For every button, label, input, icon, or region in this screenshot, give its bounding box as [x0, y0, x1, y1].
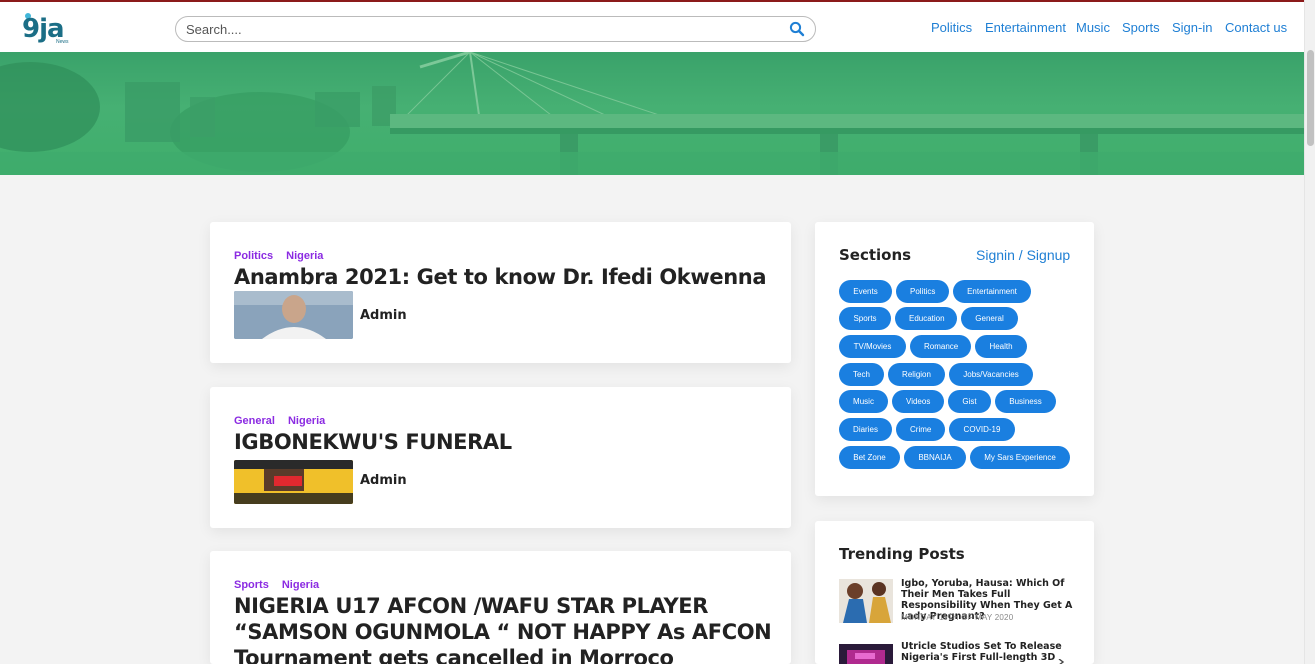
category-tag[interactable]: Nigeria [286, 250, 323, 262]
post-card[interactable]: Politics Nigeria Anambra 2021: Get to kno… [210, 222, 791, 363]
post-categories: Sports Nigeria [234, 579, 332, 591]
search-icon[interactable] [789, 21, 805, 37]
hero-banner [0, 52, 1304, 175]
trending-thumbnail[interactable] [839, 644, 893, 664]
trending-thumbnail[interactable] [839, 579, 893, 623]
section-pill-bet-zone[interactable]: Bet Zone [839, 446, 900, 469]
section-pill-romance[interactable]: Romance [910, 335, 971, 358]
page-scrollbar[interactable] [1304, 0, 1315, 664]
section-pill-business[interactable]: Business [995, 390, 1056, 413]
site-logo[interactable]: 9ja News [18, 10, 70, 48]
section-pill-entertainment[interactable]: Entertainment [953, 280, 1031, 303]
portrait-photo [234, 291, 353, 339]
section-pill-sports[interactable]: Sports [839, 307, 891, 330]
section-pill-health[interactable]: Health [975, 335, 1027, 358]
post-thumbnail[interactable] [234, 460, 353, 504]
trending-post-title[interactable]: Utricle Studios Set To Release Nigeria's… [901, 641, 1073, 663]
section-pill-jobs-vacancies[interactable]: Jobs/Vacancies [949, 363, 1033, 386]
section-pill-diaries[interactable]: Diaries [839, 418, 892, 441]
trending-title: Trending Posts [839, 545, 965, 563]
post-categories: Politics Nigeria [234, 250, 336, 262]
post-thumbnail[interactable] [234, 291, 353, 339]
signin-signup-link[interactable]: Signin / Signup [976, 247, 1070, 263]
category-tag[interactable]: Sports [234, 579, 269, 591]
hero-bridge-image [0, 52, 1304, 175]
post-author: Admin [360, 473, 407, 488]
post-categories: General Nigeria [234, 415, 338, 427]
section-pill-covid-19[interactable]: COVID-19 [949, 418, 1015, 441]
sections-widget: Sections Signin / Signup Events Politics… [815, 222, 1094, 496]
nav-sign-in[interactable]: Sign-in [1172, 20, 1212, 38]
section-pill-crime[interactable]: Crime [896, 418, 945, 441]
section-pill-general[interactable]: General [961, 307, 1018, 330]
search-input[interactable] [186, 20, 776, 38]
chevron-right-icon[interactable] [1057, 659, 1065, 664]
nav-music[interactable]: Music [1076, 20, 1110, 38]
post-title[interactable]: NIGERIA U17 AFCON /WAFU STAR PLAYER “SAM… [234, 593, 779, 664]
post-card[interactable]: Sports Nigeria NIGERIA U17 AFCON /WAFU ST… [210, 551, 791, 664]
trending-photo [839, 579, 893, 623]
category-tag[interactable]: General [234, 415, 275, 427]
funeral-poster [234, 460, 353, 504]
nav-contact-us[interactable]: Contact us [1225, 20, 1287, 38]
category-tag[interactable]: Politics [234, 250, 273, 262]
post-author: Admin [360, 308, 407, 323]
section-pill-politics[interactable]: Politics [896, 280, 949, 303]
trending-photo [839, 644, 893, 664]
post-title[interactable]: IGBONEKWU'S FUNERAL [234, 429, 774, 455]
section-pill-bbnaija[interactable]: BBNAIJA [904, 446, 966, 469]
category-tag[interactable]: Nigeria [282, 579, 319, 591]
category-tag[interactable]: Nigeria [288, 415, 325, 427]
nav-politics[interactable]: Politics [931, 20, 972, 38]
section-pill-my-sars-experience[interactable]: My Sars Experience [970, 446, 1070, 469]
section-pill-gist[interactable]: Gist [948, 390, 991, 413]
sections-title: Sections [839, 246, 912, 264]
section-pill-tv-movies[interactable]: TV/Movies [839, 335, 906, 358]
top-navbar: 9ja News Politics Entertainment Music Sp… [0, 0, 1304, 52]
section-pill-education[interactable]: Education [895, 307, 957, 330]
nav-entertainment[interactable]: Entertainment [985, 20, 1066, 38]
section-pill-events[interactable]: Events [839, 280, 892, 303]
section-pill-music[interactable]: Music [839, 390, 888, 413]
section-pill-religion[interactable]: Religion [888, 363, 945, 386]
trending-post-date: MONDAY 11TH OF MAY 2020 [901, 613, 1014, 622]
logo-subtext: News [56, 39, 69, 45]
trending-widget: Trending Posts Igbo, Yoruba, Hausa: Whic… [815, 521, 1094, 664]
post-title[interactable]: Anambra 2021: Get to know Dr. Ifedi Okwe… [234, 264, 774, 290]
scrollbar-thumb[interactable] [1307, 50, 1314, 146]
post-card[interactable]: General Nigeria IGBONEKWU'S FUNERAL Admin [210, 387, 791, 528]
search-bar [175, 16, 816, 42]
nav-sports[interactable]: Sports [1122, 20, 1160, 38]
section-pill-tech[interactable]: Tech [839, 363, 884, 386]
section-pill-videos[interactable]: Videos [892, 390, 944, 413]
